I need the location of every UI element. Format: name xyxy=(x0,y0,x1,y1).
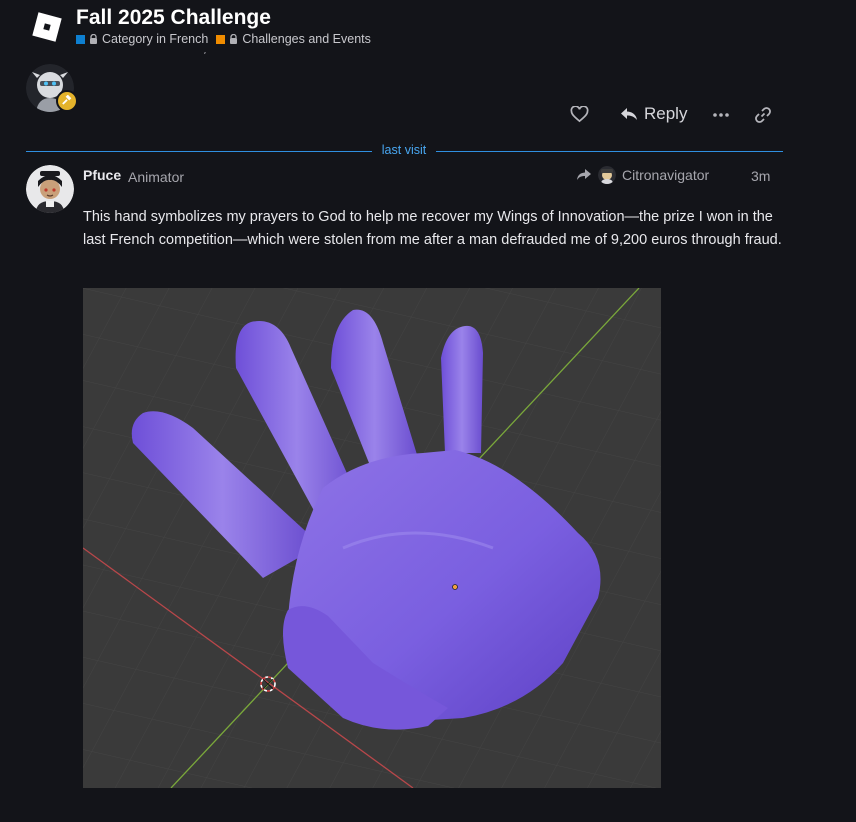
breadcrumb: Category in French Challenges and Events xyxy=(76,32,375,46)
blender-viewport-hand-render xyxy=(83,288,661,788)
topic-page: Fall 2025 Challenge Category in French C… xyxy=(0,0,856,822)
user-title: Animator xyxy=(128,169,185,185)
reply-icon xyxy=(621,108,637,120)
divider-line xyxy=(26,151,372,152)
topic-header: Fall 2025 Challenge Category in French C… xyxy=(0,0,856,52)
ellipsis-icon xyxy=(713,113,729,117)
last-visit-label: last visit xyxy=(381,143,427,157)
avatar[interactable] xyxy=(26,165,74,213)
lock-icon xyxy=(90,34,97,44)
topic-title[interactable]: Fall 2025 Challenge xyxy=(76,6,271,30)
category-label: Challenges and Events xyxy=(242,32,371,46)
hammer-icon xyxy=(62,95,72,105)
category-link-french[interactable]: Category in French xyxy=(76,32,208,46)
post-timestamp[interactable]: 3m xyxy=(751,168,770,184)
reply-button[interactable]: Reply xyxy=(620,104,687,124)
post-image[interactable] xyxy=(83,288,661,788)
reply-label: Reply xyxy=(644,104,688,123)
category-color-swatch xyxy=(216,34,226,44)
last-visit-divider: last visit xyxy=(26,143,783,159)
link-icon xyxy=(755,107,771,123)
divider-line xyxy=(436,151,783,152)
share-link-button[interactable] xyxy=(754,106,772,124)
heart-icon xyxy=(570,106,589,123)
reply-to-indicator[interactable]: Citronavigator xyxy=(576,166,709,184)
post-username[interactable]: Pfuce xyxy=(83,167,121,183)
category-link-challenges[interactable]: Challenges and Events xyxy=(216,32,371,46)
like-button[interactable] xyxy=(570,106,589,123)
more-button[interactable] xyxy=(712,106,730,124)
post-body: This hand symbolizes my prayers to God t… xyxy=(83,209,782,248)
roblox-logo-icon[interactable] xyxy=(30,10,64,44)
forward-reply-icon xyxy=(577,169,591,180)
reply-to-avatar xyxy=(598,166,616,184)
moderator-badge xyxy=(56,90,78,112)
category-label: Category in French xyxy=(102,32,209,46)
lock-icon xyxy=(230,34,238,44)
reply-to-username: Citronavigator xyxy=(622,167,710,183)
category-color-swatch xyxy=(76,34,85,44)
